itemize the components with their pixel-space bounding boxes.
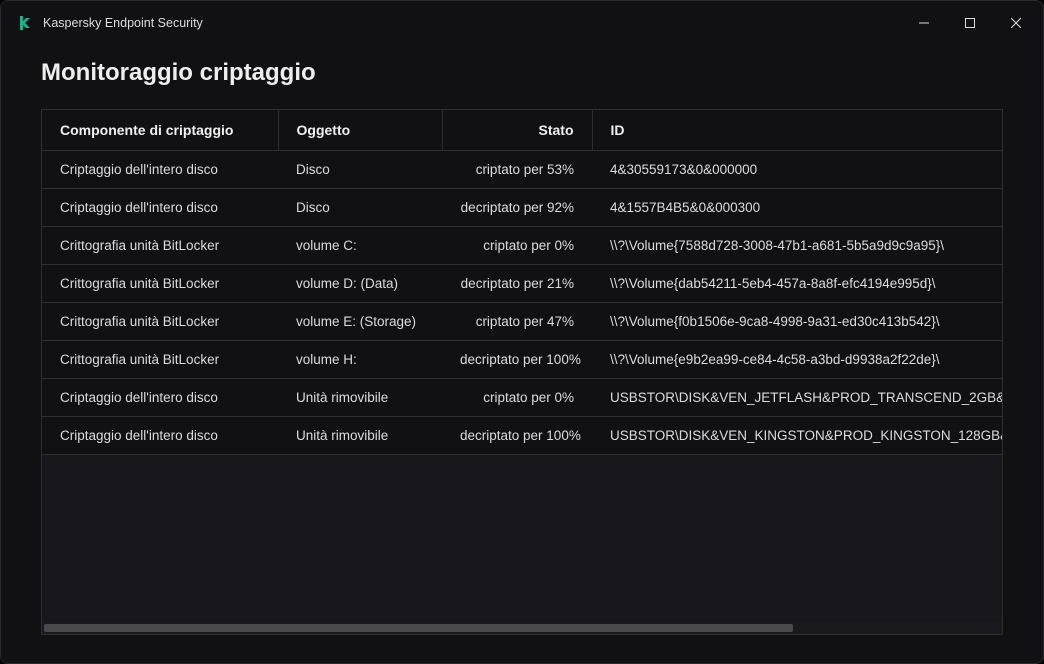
app-window: Kaspersky Endpoint Security Monitoraggio… [0, 0, 1044, 664]
cell-object: volume D: (Data) [278, 265, 442, 303]
table-row[interactable]: Criptaggio dell'intero discoDiscodecript… [42, 189, 1002, 227]
horizontal-scrollbar-thumb[interactable] [44, 624, 793, 632]
cell-id: \\?\Volume{7588d728-3008-47b1-a681-5b5a9… [592, 227, 1002, 265]
cell-object: volume H: [278, 341, 442, 379]
table-empty-area [42, 455, 1002, 622]
window-controls [901, 7, 1039, 39]
app-title: Kaspersky Endpoint Security [43, 16, 203, 30]
cell-component: Crittografia unità BitLocker [42, 227, 278, 265]
close-button[interactable] [993, 7, 1039, 39]
col-header-id[interactable]: ID [592, 110, 1002, 151]
table-row[interactable]: Crittografia unità BitLockervolume D: (D… [42, 265, 1002, 303]
table-row[interactable]: Crittografia unità BitLockervolume C:cri… [42, 227, 1002, 265]
cell-component: Criptaggio dell'intero disco [42, 417, 278, 455]
cell-object: volume C: [278, 227, 442, 265]
table-row[interactable]: Criptaggio dell'intero discoUnità rimovi… [42, 379, 1002, 417]
close-icon [1011, 18, 1021, 28]
table-row[interactable]: Criptaggio dell'intero discoDiscocriptat… [42, 151, 1002, 189]
table-body: Criptaggio dell'intero discoDiscocriptat… [42, 151, 1002, 455]
cell-status: criptato per 53% [442, 151, 592, 189]
cell-status: criptato per 0% [442, 379, 592, 417]
titlebar: Kaspersky Endpoint Security [1, 1, 1043, 45]
content-area: Monitoraggio criptaggio Componente di cr… [1, 45, 1043, 663]
maximize-icon [965, 18, 975, 28]
cell-object: Disco [278, 189, 442, 227]
cell-status: decriptato per 100% [442, 417, 592, 455]
cell-id: \\?\Volume{dab54211-5eb4-457a-8a8f-efc41… [592, 265, 1002, 303]
titlebar-left: Kaspersky Endpoint Security [17, 15, 203, 31]
cell-component: Crittografia unità BitLocker [42, 341, 278, 379]
cell-component: Criptaggio dell'intero disco [42, 189, 278, 227]
encryption-table: Componente di criptaggio Oggetto Stato I… [42, 110, 1002, 455]
cell-id: \\?\Volume{f0b1506e-9ca8-4998-9a31-ed30c… [592, 303, 1002, 341]
cell-component: Criptaggio dell'intero disco [42, 151, 278, 189]
maximize-button[interactable] [947, 7, 993, 39]
cell-object: Disco [278, 151, 442, 189]
cell-status: criptato per 47% [442, 303, 592, 341]
horizontal-scrollbar[interactable] [42, 622, 1002, 634]
table-row[interactable]: Crittografia unità BitLockervolume E: (S… [42, 303, 1002, 341]
cell-id: USBSTOR\DISK&VEN_JETFLASH&PROD_TRANSCEND… [592, 379, 1002, 417]
minimize-icon [919, 18, 929, 28]
cell-object: Unità rimovibile [278, 417, 442, 455]
cell-object: Unità rimovibile [278, 379, 442, 417]
cell-id: USBSTOR\DISK&VEN_KINGSTON&PROD_KINGSTON_… [592, 417, 1002, 455]
col-header-object[interactable]: Oggetto [278, 110, 442, 151]
cell-status: decriptato per 100% [442, 341, 592, 379]
cell-id: 4&30559173&0&000000 [592, 151, 1002, 189]
cell-component: Crittografia unità BitLocker [42, 265, 278, 303]
cell-id: \\?\Volume{e9b2ea99-ce84-4c58-a3bd-d9938… [592, 341, 1002, 379]
table-row[interactable]: Crittografia unità BitLockervolume H:dec… [42, 341, 1002, 379]
page-title: Monitoraggio criptaggio [41, 59, 1003, 87]
cell-object: volume E: (Storage) [278, 303, 442, 341]
table-header-row: Componente di criptaggio Oggetto Stato I… [42, 110, 1002, 151]
encryption-table-container: Componente di criptaggio Oggetto Stato I… [41, 109, 1003, 635]
cell-status: decriptato per 21% [442, 265, 592, 303]
cell-id: 4&1557B4B5&0&000300 [592, 189, 1002, 227]
cell-component: Criptaggio dell'intero disco [42, 379, 278, 417]
kaspersky-logo-icon [17, 15, 33, 31]
cell-status: criptato per 0% [442, 227, 592, 265]
cell-component: Crittografia unità BitLocker [42, 303, 278, 341]
table-row[interactable]: Criptaggio dell'intero discoUnità rimovi… [42, 417, 1002, 455]
cell-status: decriptato per 92% [442, 189, 592, 227]
col-header-component[interactable]: Componente di criptaggio [42, 110, 278, 151]
col-header-status[interactable]: Stato [442, 110, 592, 151]
minimize-button[interactable] [901, 7, 947, 39]
